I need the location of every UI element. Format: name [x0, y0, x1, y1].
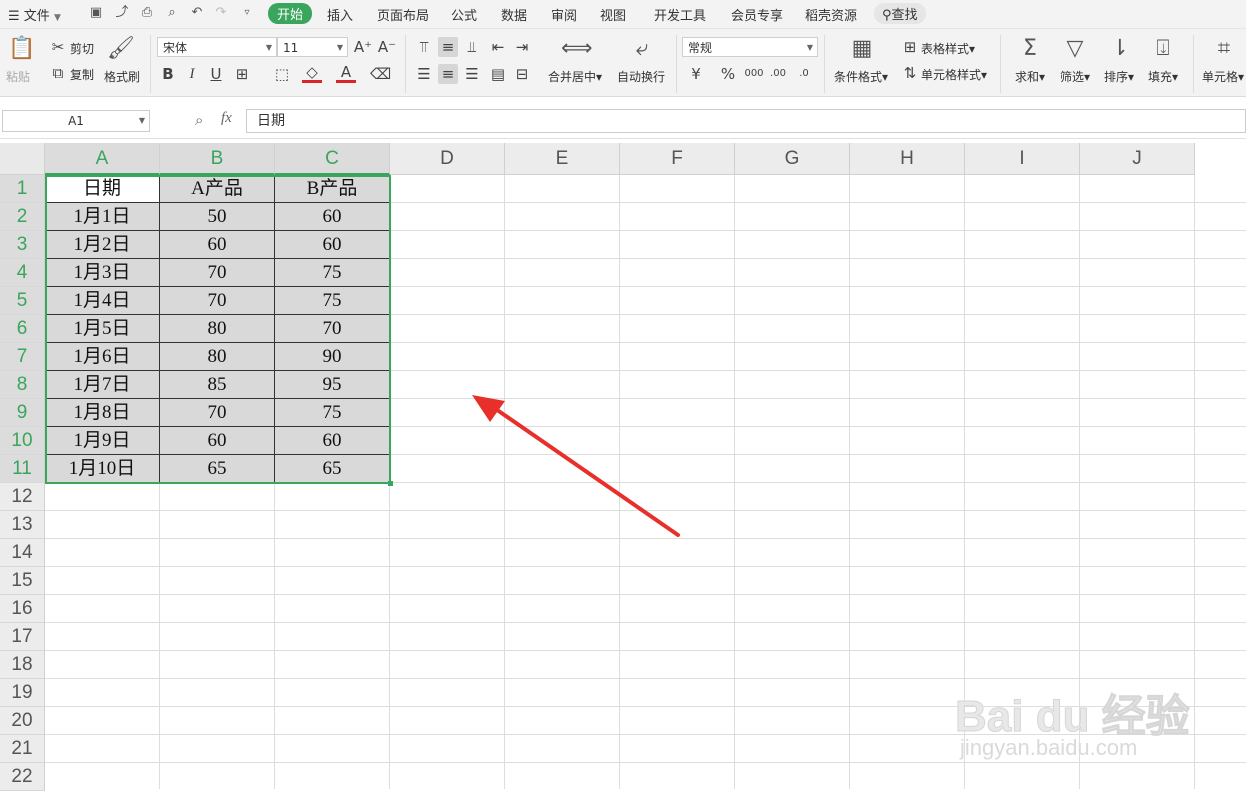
watermark-url: jingyan.baidu.com	[960, 735, 1138, 760]
annotation-arrow	[472, 395, 680, 537]
